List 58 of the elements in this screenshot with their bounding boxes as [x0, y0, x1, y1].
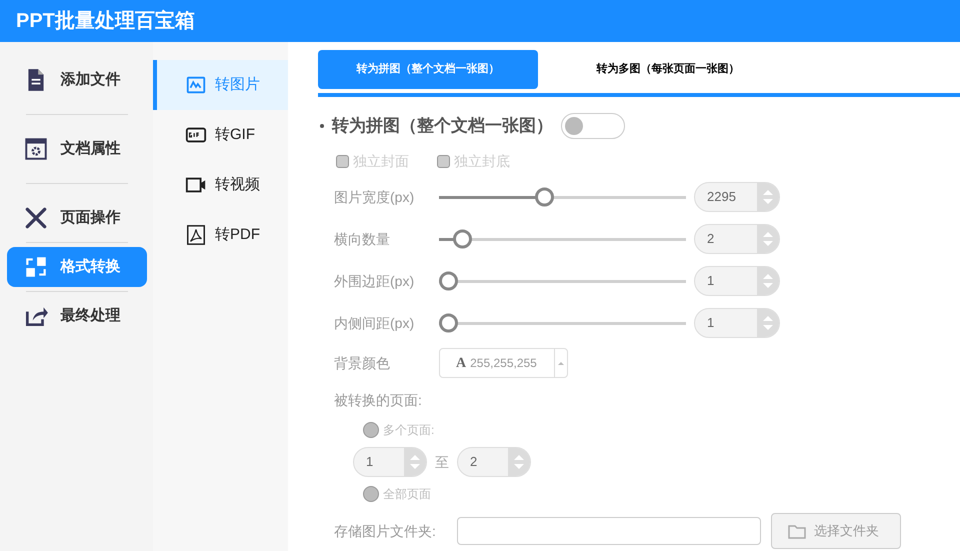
- tab[interactable]: 转为拼图（整个文档一张图）: [318, 50, 538, 89]
- bullet-icon: [320, 124, 324, 128]
- sidebar-item[interactable]: 最终处理: [6, 296, 146, 336]
- folder-icon: [788, 523, 806, 539]
- radio-label: 多个页面:: [383, 422, 434, 439]
- field-value: 2: [706, 230, 716, 248]
- checkbox[interactable]: [336, 155, 349, 168]
- subnav-item[interactable]: 转GIF: [153, 110, 288, 160]
- slider[interactable]: [439, 230, 686, 248]
- slider-thumb[interactable]: [452, 230, 472, 248]
- subnav-item[interactable]: 转视频: [153, 160, 288, 210]
- folder-path-field[interactable]: [457, 517, 761, 545]
- number-field[interactable]: 1: [694, 266, 780, 296]
- settings-icon: [22, 136, 48, 162]
- sidebar-item[interactable]: 格式转换: [6, 247, 146, 287]
- section-title: 转为拼图（整个文档一张图）: [332, 115, 553, 138]
- sidebar-item[interactable]: 页面操作: [6, 198, 146, 238]
- pdf-icon: [185, 224, 207, 246]
- slider[interactable]: [439, 188, 686, 206]
- slider-label: 外围边距(px): [334, 272, 416, 291]
- sidebar-item[interactable]: 添加文件: [6, 60, 146, 100]
- field-value: 1: [365, 453, 374, 472]
- subnav-item[interactable]: 转图片: [153, 60, 288, 110]
- color-glyph: A: [455, 354, 466, 372]
- number-field[interactable]: 1: [694, 308, 780, 338]
- image-icon: [185, 74, 207, 96]
- radio-button[interactable]: [363, 486, 379, 502]
- number-field[interactable]: 2: [694, 224, 780, 254]
- color-value: 255,255,255: [469, 355, 538, 372]
- slider-label: 横向数量: [334, 230, 391, 248]
- slider-label: 图片宽度(px): [334, 188, 416, 207]
- number-field[interactable]: 1: [353, 447, 427, 477]
- radio-button[interactable]: [363, 422, 379, 438]
- folder-label: 存储图片文件夹:: [334, 522, 437, 540]
- slider[interactable]: [439, 314, 686, 332]
- subnav-item[interactable]: 转PDF: [153, 210, 288, 260]
- app-title: PPT批量处理百宝箱: [16, 8, 195, 34]
- field-value: 2295: [706, 188, 737, 206]
- tab[interactable]: 转为多图（每张页面一张图）: [558, 50, 778, 89]
- slider-thumb[interactable]: [439, 272, 458, 290]
- slider-thumb[interactable]: [439, 314, 458, 332]
- checkbox[interactable]: [437, 155, 450, 168]
- color-picker[interactable]: A 255,255,255: [439, 348, 568, 378]
- number-field[interactable]: 2295: [694, 182, 780, 212]
- slider[interactable]: [439, 272, 686, 290]
- tools-icon: [22, 205, 48, 231]
- pages-label: 被转换的页面:: [333, 391, 423, 410]
- slider-thumb[interactable]: [534, 188, 554, 206]
- toggle-switch[interactable]: [561, 113, 625, 139]
- number-field[interactable]: 2: [457, 447, 531, 477]
- radio-label: 全部页面: [383, 486, 431, 503]
- field-value: 2: [469, 453, 478, 472]
- slider-label: 内侧间距(px): [334, 314, 416, 333]
- field-value: 1: [706, 314, 716, 332]
- background-color-label: 背景颜色: [334, 354, 391, 372]
- field-value: 1: [706, 272, 716, 290]
- sidebar-item[interactable]: 文档属性: [6, 129, 146, 169]
- range-separator: 至: [435, 452, 449, 472]
